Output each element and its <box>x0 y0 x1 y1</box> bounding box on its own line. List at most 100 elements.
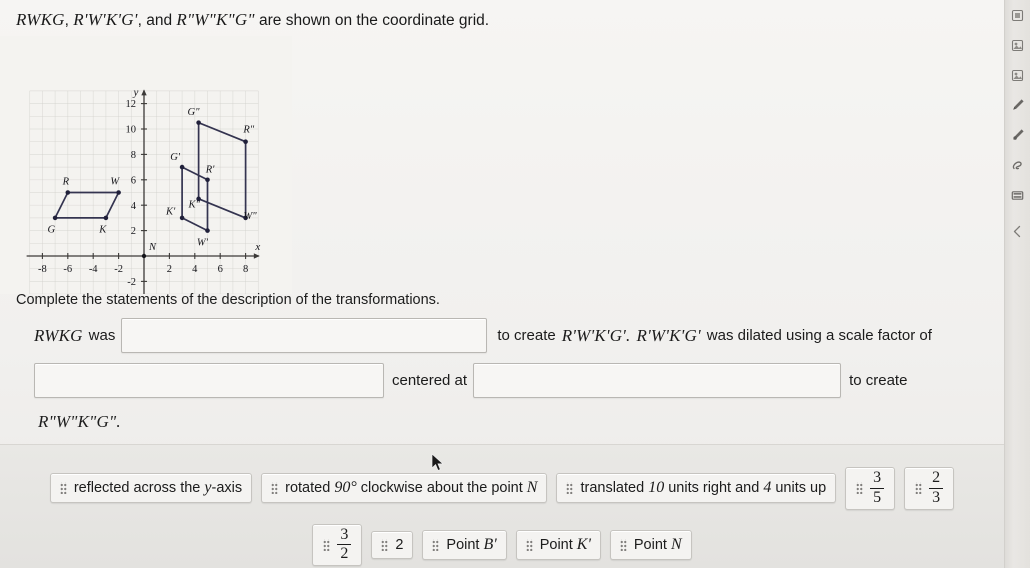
answer-chip-2[interactable]: 2 <box>371 530 414 559</box>
note-icon[interactable] <box>1009 6 1027 24</box>
y-tick-label: 4 <box>131 201 137 212</box>
y-axis-label: y <box>133 86 139 98</box>
origin-point <box>141 253 147 259</box>
x-tick-label: -6 <box>63 264 72 275</box>
image-stamp-2-icon[interactable] <box>1009 66 1027 84</box>
x-tick-label: 6 <box>218 264 223 275</box>
vertex-point <box>205 177 210 183</box>
origin-label: N <box>148 242 157 253</box>
y-tick-label: 8 <box>131 150 136 161</box>
y-tick-label: -2 <box>127 277 136 288</box>
answer-chip-label: Point B' <box>446 535 497 553</box>
vertex-label: R" <box>242 125 254 136</box>
vertex-point <box>116 190 121 195</box>
instruction-text: Complete the statements of the descripti… <box>16 292 440 308</box>
pencil-icon[interactable] <box>1009 96 1027 114</box>
fraction-numerator: 3 <box>340 525 349 543</box>
vertex-point <box>205 228 210 233</box>
y-tick-label: 6 <box>131 175 136 186</box>
answer-chip-fraction-3-2[interactable]: 32 <box>312 523 363 567</box>
vertex-label: G <box>47 224 55 235</box>
answer-chip-label: Point K' <box>539 535 591 553</box>
vertex-label: R' <box>205 165 215 176</box>
vertex-point <box>65 190 71 195</box>
answer-bank-panel: reflected across the y-axis rotated 90° c… <box>0 445 1004 568</box>
vertex-label: G' <box>170 152 181 163</box>
answer-blank-1[interactable] <box>121 318 488 353</box>
answer-blank-2[interactable] <box>34 363 384 398</box>
eraser-icon[interactable] <box>1009 156 1027 174</box>
statement-row-1: RWKG was to create R'W'K'G'. R'W'K'G' wa… <box>34 318 994 353</box>
fraction-denominator: 2 <box>337 544 352 563</box>
answer-chip-label: rotated 90° clockwise about the point N <box>285 479 538 497</box>
fraction-denominator: 3 <box>929 487 944 507</box>
coordinate-grid-svg: -8 -6 -4 -2 2 4 6 8 -2 2 4 6 8 10 12 x y N R W K G R' W' K' G' R" W… <box>0 36 292 294</box>
prompt-figure-1: RWKG <box>16 10 65 29</box>
statement-created-figure: R'W'K'G'. <box>561 325 631 345</box>
image-stamp-icon[interactable] <box>1009 36 1027 54</box>
prompt-text: RWKG, R'W'K'G', and R"W"K"G" are shown o… <box>16 10 976 31</box>
statement-final-figure: R"W"K"G". <box>38 412 121 431</box>
drag-grip-icon <box>566 482 574 495</box>
answer-chip-rotated-90-clockwise-about-the-point-n[interactable]: rotated 90° clockwise about the point N <box>261 473 548 504</box>
fraction-numerator: 3 <box>873 469 882 486</box>
answer-bank-row-1: reflected across the y-axis rotated 90° c… <box>0 467 1004 510</box>
answer-chip-point-n[interactable]: Point N <box>609 529 692 560</box>
vertex-label: W <box>110 177 120 188</box>
vertex-label: W" <box>243 211 257 222</box>
x-tick-label: 2 <box>167 264 172 275</box>
fraction-numerator: 2 <box>932 469 941 486</box>
x-tick-label: 8 <box>243 264 248 275</box>
y-tick-label: 2 <box>131 226 136 237</box>
answer-chip-fraction-3-5[interactable]: 35 <box>845 467 896 510</box>
answer-blank-3[interactable] <box>473 363 842 398</box>
marker-icon[interactable] <box>1009 126 1027 144</box>
vertex-label: G" <box>188 107 201 118</box>
highlighter-bar-icon[interactable] <box>1009 186 1027 204</box>
x-axis-label: x <box>254 241 260 253</box>
prompt-figure-3: R"W"K"G" <box>176 10 255 29</box>
statement-row-2: centered at to create <box>34 363 994 398</box>
mouse-cursor <box>431 453 444 471</box>
prompt-tail: are shown on the coordinate grid. <box>254 12 490 29</box>
x-tick-label: -8 <box>38 264 47 275</box>
collapse-chevron-icon[interactable] <box>1009 222 1027 240</box>
answer-chip-label: translated 10 units right and 4 units up <box>580 479 827 497</box>
answer-chip-translated-10-units-right-and-4-units-up[interactable]: translated 10 units right and 4 units up <box>556 473 837 504</box>
vertex-label: K <box>98 224 107 235</box>
answer-chip-label: Point N <box>633 535 682 553</box>
worksheet-page: RWKG, R' W' K' G' , and R"W"K"G" are shown o… <box>0 0 1030 568</box>
statement-centered-at: centered at <box>392 371 468 389</box>
answer-chip-label: reflected across the y-axis <box>73 479 243 497</box>
answer-chip-fraction-2-3[interactable]: 23 <box>904 467 955 510</box>
vertex-label: K' <box>165 207 176 218</box>
answer-chip-point-b[interactable]: Point B' <box>422 529 507 560</box>
answer-chip-reflected-across-the-y-axis[interactable]: reflected across the y-axis <box>49 473 253 504</box>
vertex-point <box>179 164 185 170</box>
fraction-denominator: 5 <box>870 487 885 507</box>
tool-sidebar <box>1004 0 1030 568</box>
drag-grip-icon <box>381 538 389 551</box>
vertex-point <box>52 215 58 221</box>
y-tick-label: 12 <box>126 99 137 110</box>
coordinate-grid: -8 -6 -4 -2 2 4 6 8 -2 2 4 6 8 10 12 x y N R W K G R' W' K' G' R" W… <box>0 36 292 294</box>
vertex-label: W' <box>197 238 209 249</box>
fraction: 35 <box>870 469 885 507</box>
statement-dilated-text: was dilated using a scale factor of <box>706 326 932 344</box>
fraction: 23 <box>929 469 944 507</box>
vertex-point <box>243 139 248 144</box>
drag-grip-icon <box>525 538 533 551</box>
prompt-comma: , <box>64 12 74 29</box>
statement-was: was <box>88 326 116 344</box>
answer-bank-row-2: 3 2 2 Point B' Point K' Point N <box>0 523 1004 567</box>
statement-subject: RWKG <box>34 325 83 345</box>
prompt-and: , and <box>137 12 177 29</box>
vertex-point <box>103 215 109 221</box>
x-tick-label: -4 <box>89 264 98 275</box>
drag-grip-icon <box>59 482 67 495</box>
statement-to-create-2: to create <box>849 371 908 389</box>
y-tick-label: 10 <box>126 125 137 136</box>
answer-chip-point-k[interactable]: Point K' <box>515 529 601 560</box>
drag-grip-icon <box>432 538 440 551</box>
drag-grip-icon <box>323 538 331 551</box>
